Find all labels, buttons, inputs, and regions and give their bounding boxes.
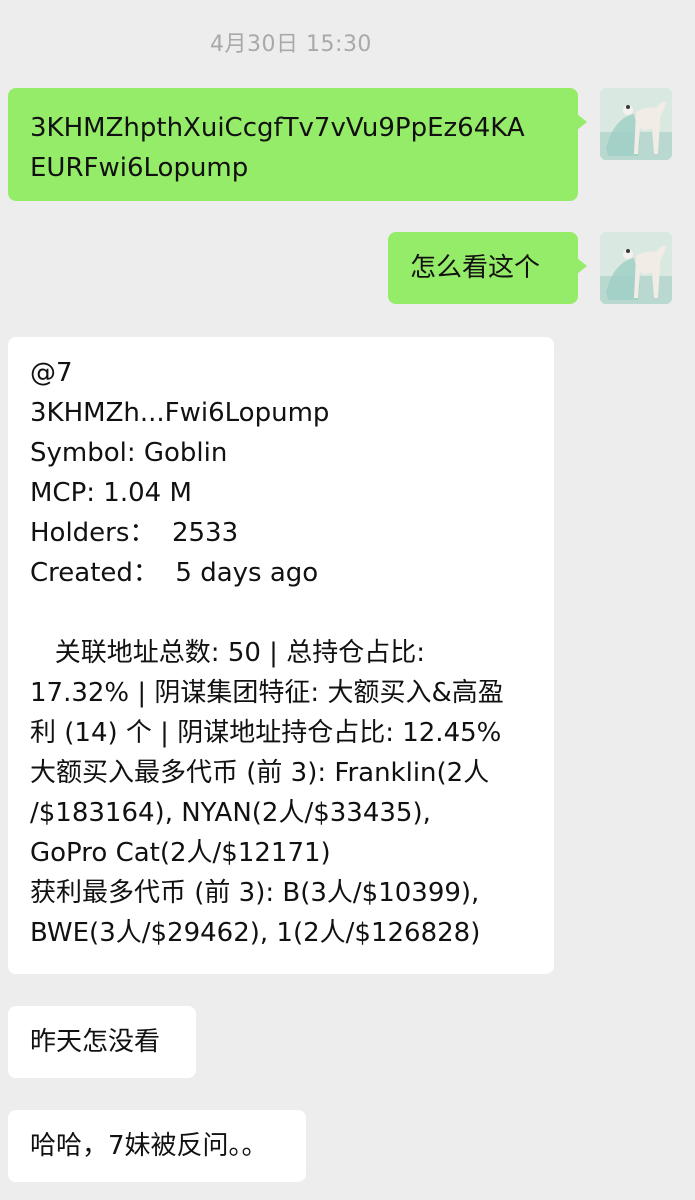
message-text-line: 昨天怎没看 (30, 1027, 161, 1057)
message-text-line: Symbol: Goblin (30, 438, 228, 468)
message-text-line: 大额买入最多代币 (前 3): Franklin(2人 (30, 758, 490, 788)
message-bubble-outgoing[interactable]: 3KHMZhpthXuiCcgfTv7vVu9PpEz64KA EURFwi6L… (8, 88, 587, 201)
message-text-line: 利 (14) 个 | 阴谋地址持仓占比: 12.45% (30, 718, 502, 748)
message-text-line: BWE(3人/$29462), 1(2人/$126828) (30, 918, 481, 948)
message-bubble-incoming[interactable]: 哈哈，7妹被反问。。 (8, 1110, 306, 1182)
user-avatar[interactable] (600, 88, 672, 160)
message-bubble-incoming[interactable]: @7 3KHMZh...Fwi6Lopump Symbol: Goblin MC… (8, 337, 554, 974)
message-text-line: 3KHMZh...Fwi6Lopump (30, 398, 330, 428)
message-text-line: MCP: 1.04 M (30, 478, 192, 508)
message-text-line: 怎么看这个 (410, 253, 541, 283)
message-bubble-incoming[interactable]: 昨天怎没看 (8, 1006, 196, 1078)
message-text-line: 3KHMZhpthXuiCcgfTv7vVu9PpEz64KA (30, 113, 525, 143)
message-text-line (30, 593, 544, 633)
message-text-line: 关联地址总数: 50 | 总持仓占比: (30, 638, 425, 668)
message-text-line: Created： 5 days ago (30, 558, 319, 588)
message-text-line: GoPro Cat(2人/$12171) (30, 838, 331, 868)
chat-timestamp: 4月30日 15:30 (210, 32, 372, 57)
message-text-line: 获利最多代币 (前 3): B(3人/$10399), (30, 878, 480, 908)
message-bubble-outgoing[interactable]: 怎么看这个 (388, 232, 587, 304)
horse-painting-avatar-icon (600, 232, 672, 304)
message-text-line: Holders： 2533 (30, 518, 239, 548)
message-text-line: /$183164), NYAN(2人/$33435), (30, 798, 431, 828)
message-text-line: 17.32% | 阴谋集团特征: 大额买入&高盈 (30, 678, 504, 708)
message-text-line: 哈哈，7妹被反问。。 (30, 1131, 268, 1161)
message-text-line: EURFwi6Lopump (30, 153, 249, 183)
horse-painting-avatar-icon (600, 88, 672, 160)
user-avatar[interactable] (600, 232, 672, 304)
message-text-line: @7 (30, 358, 73, 388)
